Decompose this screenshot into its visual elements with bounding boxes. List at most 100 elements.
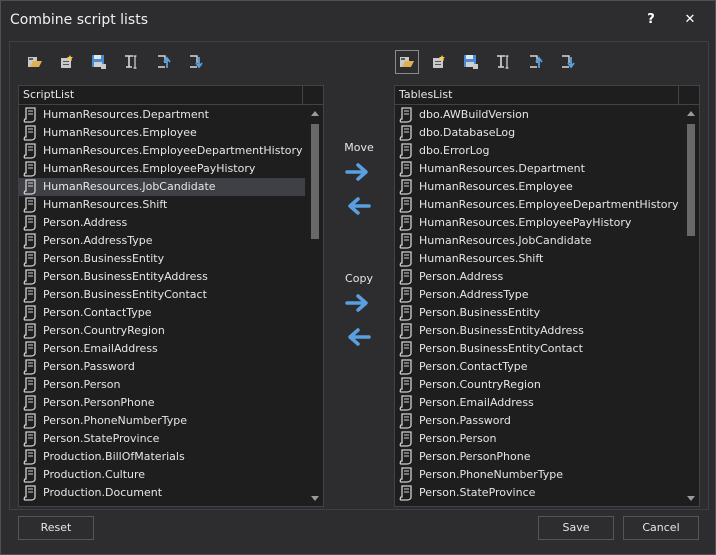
list-item-label: Person.CountryRegion [43,324,165,337]
script-file-icon [23,215,37,231]
list-item-label: HumanResources.JobCandidate [419,234,592,247]
script-file-icon [23,323,37,339]
list-item[interactable]: Person.EmailAddress [19,340,305,358]
list-item[interactable]: Person.BusinessEntityAddress [19,268,305,286]
move-down-button[interactable] [183,50,207,74]
script-file-icon [399,395,413,411]
help-button[interactable]: ? [639,10,663,30]
list-item[interactable]: Person.PersonPhone [395,448,681,466]
list-item[interactable]: Person.AddressType [19,232,305,250]
rename-button[interactable] [119,50,143,74]
folder-open-button[interactable] [395,50,419,74]
copy-right-arrow-icon[interactable] [345,293,371,313]
list-item[interactable]: Person.Address [19,214,305,232]
move-left-arrow-icon[interactable] [345,196,371,216]
list-item[interactable]: Production.Document [19,484,305,502]
list-item-label: Person.AddressType [419,288,529,301]
tables-list[interactable]: TablesList dbo.AWBuildVersion dbo.Databas… [394,85,700,507]
rename-icon [123,54,139,70]
list-item-label: HumanResources.EmployeeDepartmentHistory [43,144,303,157]
list-item[interactable]: Person.CountryRegion [395,376,681,394]
list-item[interactable]: Person.AddressType [395,286,681,304]
left-toolbar [23,50,215,76]
folder-open-button[interactable] [23,50,47,74]
list-item[interactable]: Person.Address [395,268,681,286]
list-item[interactable]: Person.ContactType [395,358,681,376]
scroll-thumb[interactable] [687,124,695,236]
list-item[interactable]: HumanResources.EmployeePayHistory [19,160,305,178]
list-item[interactable]: HumanResources.Shift [19,196,305,214]
save-button[interactable] [87,50,111,74]
list-item[interactable]: Person.EmailAddress [395,394,681,412]
list-item[interactable]: Person.BusinessEntity [395,304,681,322]
script-file-icon [23,449,37,465]
scroll-down-icon[interactable] [687,496,695,501]
close-button[interactable]: ✕ [678,10,702,30]
list-item[interactable]: Person.BusinessEntityContact [19,286,305,304]
move-down-button[interactable] [555,50,579,74]
move-right-arrow-icon[interactable] [345,162,371,182]
list-item[interactable]: Person.BusinessEntity [19,250,305,268]
list-item-label: Person.Password [419,414,511,427]
list-item[interactable]: Person.StateProvince [395,484,681,502]
list-item[interactable]: HumanResources.JobCandidate [19,178,305,196]
list-item[interactable]: HumanResources.EmployeeDepartmentHistory [19,142,305,160]
list-item[interactable]: HumanResources.EmployeeDepartmentHistory [395,196,681,214]
new-script-button[interactable] [55,50,79,74]
scroll-down-icon[interactable] [311,496,319,501]
list-item-label: Person.PhoneNumberType [419,468,563,481]
save-button[interactable] [459,50,483,74]
list-item[interactable]: Person.Person [19,376,305,394]
scroll-up-icon[interactable] [311,111,319,116]
rename-button[interactable] [491,50,515,74]
tables-list-scrollbar[interactable] [683,106,699,506]
list-item-label: HumanResources.Department [43,108,209,121]
list-item[interactable]: HumanResources.Department [395,160,681,178]
list-item[interactable]: Person.StateProvince [19,430,305,448]
list-item-label: Person.PersonPhone [419,450,531,463]
list-item[interactable]: Person.ContactType [19,304,305,322]
list-item[interactable]: Person.Password [19,358,305,376]
list-item[interactable]: Person.Person [395,430,681,448]
move-up-button[interactable] [151,50,175,74]
scroll-thumb[interactable] [311,124,319,239]
script-list-scrollbar[interactable] [307,106,323,506]
list-item-label: HumanResources.Employee [419,180,573,193]
list-item[interactable]: HumanResources.Employee [19,124,305,142]
script-file-icon [399,251,413,267]
list-item[interactable]: HumanResources.Department [19,106,305,124]
script-file-icon [399,161,413,177]
list-item[interactable]: Person.Password [395,412,681,430]
list-item-label: Person.Address [43,216,128,229]
script-list-items: HumanResources.Department HumanResources.… [19,106,305,502]
list-item[interactable]: Person.PhoneNumberType [19,412,305,430]
list-item[interactable]: HumanResources.Employee [395,178,681,196]
cancel-button[interactable]: Cancel [623,516,699,540]
list-item-label: Production.BillOfMaterials [43,450,185,463]
save-button[interactable]: Save [538,516,614,540]
move-up-button[interactable] [523,50,547,74]
new-script-button[interactable] [427,50,451,74]
script-file-icon [23,341,37,357]
list-item[interactable]: Person.BusinessEntityContact [395,340,681,358]
list-item[interactable]: HumanResources.JobCandidate [395,232,681,250]
list-item[interactable]: Person.BusinessEntityAddress [395,322,681,340]
list-item-label: HumanResources.Shift [419,252,544,265]
scroll-up-icon[interactable] [687,111,695,116]
list-item[interactable]: dbo.AWBuildVersion [395,106,681,124]
list-item[interactable]: HumanResources.EmployeePayHistory [395,214,681,232]
list-item[interactable]: dbo.DatabaseLog [395,124,681,142]
script-file-icon [399,359,413,375]
list-item-label: HumanResources.Department [419,162,585,175]
list-item[interactable]: Person.PhoneNumberType [395,466,681,484]
list-item[interactable]: HumanResources.Shift [395,250,681,268]
list-item[interactable]: dbo.ErrorLog [395,142,681,160]
list-item[interactable]: Production.Culture [19,466,305,484]
copy-left-arrow-icon[interactable] [345,327,371,347]
script-file-icon [399,125,413,141]
list-item[interactable]: Person.CountryRegion [19,322,305,340]
reset-button[interactable]: Reset [18,516,94,540]
script-list[interactable]: ScriptList HumanResources.Department Huma… [18,85,324,507]
list-item[interactable]: Production.BillOfMaterials [19,448,305,466]
list-item[interactable]: Person.PersonPhone [19,394,305,412]
